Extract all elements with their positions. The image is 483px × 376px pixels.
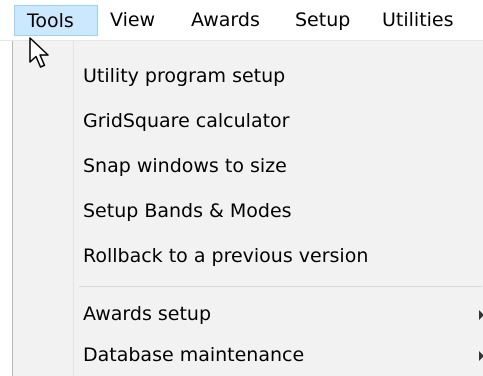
menu-view[interactable]: View: [110, 5, 155, 36]
menu-item-setup-bands-modes[interactable]: Setup Bands & Modes: [15, 191, 482, 232]
menu-item-label: Database maintenance: [83, 344, 305, 366]
menu-item-label: Awards setup: [83, 303, 212, 325]
menu-item-snap-windows-to-size[interactable]: Snap windows to size: [15, 146, 482, 187]
menu-item-label: Setup Bands & Modes: [83, 200, 292, 222]
menu-item-utility-program-setup[interactable]: Utility program setup: [15, 56, 482, 97]
menu-tools[interactable]: Tools: [14, 5, 98, 36]
menu-separator: [79, 286, 482, 287]
menubar: Tools View Awards Setup Utilities: [0, 0, 483, 41]
menu-utilities[interactable]: Utilities: [382, 5, 454, 36]
menu-item-rollback-previous-version[interactable]: Rollback to a previous version: [15, 236, 482, 277]
menu-item-label: GridSquare calculator: [83, 110, 290, 132]
chevron-right-icon: [479, 351, 483, 361]
menu-item-database-maintenance[interactable]: Database maintenance: [15, 335, 483, 376]
tools-dropdown-menu: Utility program setup GridSquare calcula…: [12, 41, 483, 376]
menu-item-awards-setup[interactable]: Awards setup: [15, 294, 483, 335]
menu-item-label: Utility program setup: [83, 65, 286, 87]
menu-awards[interactable]: Awards: [191, 5, 260, 36]
menu-item-label: Rollback to a previous version: [83, 245, 369, 267]
mouse-pointer-icon: [29, 37, 49, 68]
app-window: Tools View Awards Setup Utilities Utilit…: [0, 0, 483, 376]
menu-item-label: Snap windows to size: [83, 155, 287, 177]
menu-item-gridsquare-calculator[interactable]: GridSquare calculator: [15, 101, 482, 142]
menu-setup[interactable]: Setup: [295, 5, 350, 36]
chevron-right-icon: [479, 310, 483, 320]
